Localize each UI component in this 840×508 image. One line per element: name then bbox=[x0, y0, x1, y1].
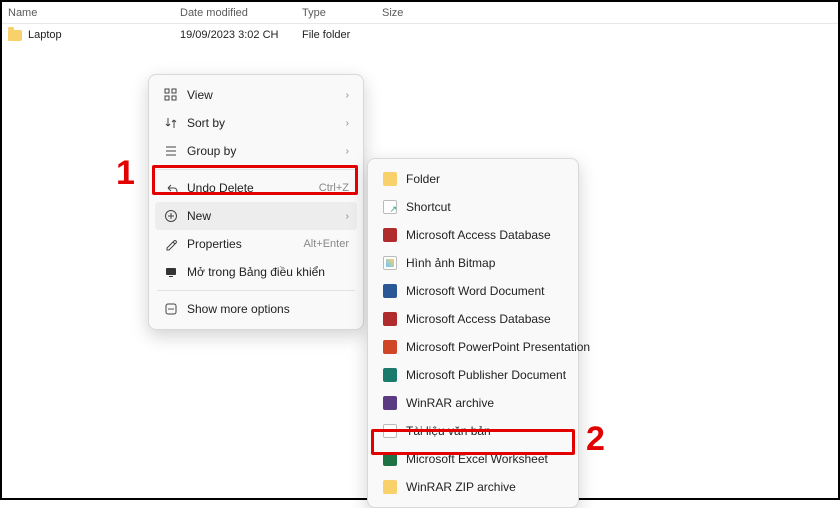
annotation-number-1: 1 bbox=[116, 154, 135, 193]
column-header-row: Name Date modified Type Size bbox=[2, 2, 838, 24]
menu-sort-label: Sort by bbox=[187, 116, 338, 130]
chevron-right-icon: › bbox=[346, 90, 349, 101]
new-ppt[interactable]: Microsoft PowerPoint Presentation bbox=[374, 333, 572, 361]
plus-circle-icon bbox=[163, 208, 179, 224]
undo-icon bbox=[163, 180, 179, 196]
file-row[interactable]: Laptop 19/09/2023 3:02 CH File folder bbox=[2, 24, 838, 46]
grid-icon bbox=[163, 87, 179, 103]
monitor-icon bbox=[163, 264, 179, 280]
more-icon bbox=[163, 301, 179, 317]
new-access2-label: Microsoft Access Database bbox=[406, 312, 564, 326]
new-folder[interactable]: Folder bbox=[374, 165, 572, 193]
excel-icon bbox=[382, 451, 398, 467]
rar-icon bbox=[382, 395, 398, 411]
new-txt-label: Tài liệu văn bản bbox=[406, 424, 564, 438]
menu-undo-delete[interactable]: Undo Delete Ctrl+Z bbox=[155, 174, 357, 202]
shortcut-icon bbox=[382, 199, 398, 215]
context-menu: View › Sort by › Group by › Undo Delete … bbox=[148, 74, 364, 330]
menu-group-label: Group by bbox=[187, 144, 338, 158]
text-icon bbox=[382, 423, 398, 439]
new-publisher[interactable]: Microsoft Publisher Document bbox=[374, 361, 572, 389]
menu-properties[interactable]: Properties Alt+Enter bbox=[155, 230, 357, 258]
menu-show-more[interactable]: Show more options bbox=[155, 295, 357, 323]
new-submenu: Folder Shortcut Microsoft Access Databas… bbox=[367, 158, 579, 508]
chevron-right-icon: › bbox=[346, 146, 349, 157]
new-ppt-label: Microsoft PowerPoint Presentation bbox=[406, 340, 590, 354]
properties-icon bbox=[163, 236, 179, 252]
new-excel-label: Microsoft Excel Worksheet bbox=[406, 452, 564, 466]
menu-divider bbox=[157, 169, 355, 170]
access-icon bbox=[382, 311, 398, 327]
word-icon bbox=[382, 283, 398, 299]
menu-sort-by[interactable]: Sort by › bbox=[155, 109, 357, 137]
new-zip[interactable]: WinRAR ZIP archive bbox=[374, 473, 572, 501]
publisher-icon bbox=[382, 367, 398, 383]
new-text-doc[interactable]: Tài liệu văn bản bbox=[374, 417, 572, 445]
new-shortcut[interactable]: Shortcut bbox=[374, 193, 572, 221]
new-folder-label: Folder bbox=[406, 172, 564, 186]
column-type[interactable]: Type bbox=[302, 7, 382, 19]
new-shortcut-label: Shortcut bbox=[406, 200, 564, 214]
new-word-doc[interactable]: Microsoft Word Document bbox=[374, 277, 572, 305]
menu-properties-label: Properties bbox=[187, 237, 295, 251]
new-word-label: Microsoft Word Document bbox=[406, 284, 564, 298]
new-pub-label: Microsoft Publisher Document bbox=[406, 368, 566, 382]
menu-new-label: New bbox=[187, 209, 338, 223]
menu-new[interactable]: New › bbox=[155, 202, 357, 230]
menu-view[interactable]: View › bbox=[155, 81, 357, 109]
menu-view-label: View bbox=[187, 88, 338, 102]
menu-more-label: Show more options bbox=[187, 302, 349, 316]
menu-divider bbox=[157, 290, 355, 291]
new-access-db[interactable]: Microsoft Access Database bbox=[374, 221, 572, 249]
group-icon bbox=[163, 143, 179, 159]
new-rar-label: WinRAR archive bbox=[406, 396, 564, 410]
column-date[interactable]: Date modified bbox=[180, 7, 302, 19]
new-zip-label: WinRAR ZIP archive bbox=[406, 480, 564, 494]
chevron-right-icon: › bbox=[346, 118, 349, 129]
chevron-right-icon: › bbox=[346, 211, 349, 222]
menu-undo-shortcut: Ctrl+Z bbox=[319, 182, 349, 194]
new-bitmap[interactable]: Hình ảnh Bitmap bbox=[374, 249, 572, 277]
column-size[interactable]: Size bbox=[382, 7, 462, 19]
new-excel[interactable]: Microsoft Excel Worksheet bbox=[374, 445, 572, 473]
bitmap-icon bbox=[382, 255, 398, 271]
column-name[interactable]: Name bbox=[8, 7, 180, 19]
new-access-label: Microsoft Access Database bbox=[406, 228, 564, 242]
file-name: Laptop bbox=[28, 29, 62, 41]
new-bitmap-label: Hình ảnh Bitmap bbox=[406, 256, 564, 270]
menu-properties-shortcut: Alt+Enter bbox=[303, 238, 349, 250]
menu-cp-label: Mở trong Bảng điều khiển bbox=[187, 265, 349, 279]
access-icon bbox=[382, 227, 398, 243]
annotation-number-2: 2 bbox=[586, 420, 605, 459]
sort-icon bbox=[163, 115, 179, 131]
file-date: 19/09/2023 3:02 CH bbox=[180, 29, 302, 41]
ppt-icon bbox=[382, 339, 398, 355]
zip-icon bbox=[382, 479, 398, 495]
menu-undo-label: Undo Delete bbox=[187, 181, 311, 195]
menu-open-control-panel[interactable]: Mở trong Bảng điều khiển bbox=[155, 258, 357, 286]
new-access-db-2[interactable]: Microsoft Access Database bbox=[374, 305, 572, 333]
folder-icon bbox=[382, 171, 398, 187]
new-winrar[interactable]: WinRAR archive bbox=[374, 389, 572, 417]
file-type: File folder bbox=[302, 29, 382, 41]
menu-group-by[interactable]: Group by › bbox=[155, 137, 357, 165]
folder-icon bbox=[8, 30, 22, 41]
